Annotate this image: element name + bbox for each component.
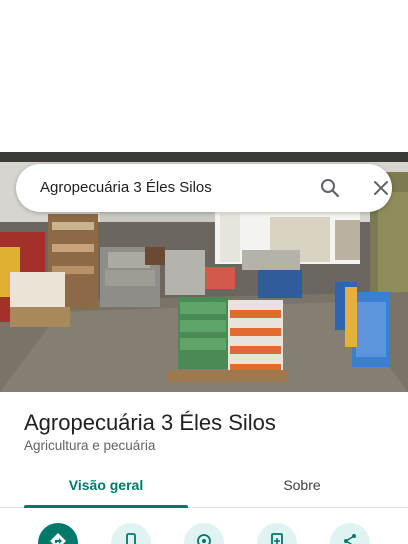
share-icon — [344, 534, 356, 544]
location-icon — [197, 534, 211, 544]
blank-map-area — [0, 0, 408, 152]
active-tab-indicator — [24, 505, 188, 508]
save-icon — [271, 533, 283, 544]
close-icon[interactable] — [369, 176, 393, 200]
directions-icon — [50, 533, 66, 544]
directions-button[interactable] — [38, 523, 78, 544]
search-bar[interactable]: Agropecuária 3 Éles Silos — [16, 164, 392, 212]
location-button[interactable] — [184, 523, 224, 544]
save-button[interactable] — [257, 523, 297, 544]
phone-icon — [126, 533, 136, 544]
place-name: Agropecuária 3 Éles Silos — [24, 410, 276, 435]
place-info-panel: Agropecuária 3 Éles Silos Agricultura e … — [0, 392, 408, 544]
tab-bar: Visão geral Sobre — [0, 468, 408, 508]
action-buttons-row — [0, 520, 408, 544]
place-category: Agricultura e pecuária — [24, 438, 156, 453]
tab-overview[interactable]: Visão geral — [24, 468, 188, 508]
share-button[interactable] — [330, 523, 370, 544]
call-button[interactable] — [111, 523, 151, 544]
tab-about[interactable]: Sobre — [220, 468, 384, 508]
search-icon[interactable] — [318, 176, 342, 200]
search-input[interactable]: Agropecuária 3 Éles Silos — [40, 164, 212, 212]
